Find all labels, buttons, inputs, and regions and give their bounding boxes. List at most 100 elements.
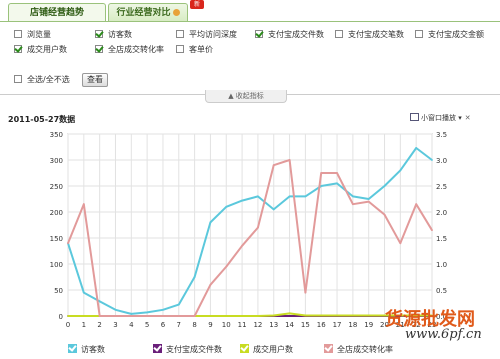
data-point — [193, 276, 196, 278]
data-point — [383, 185, 386, 187]
y-left-tick-label: 200 — [50, 209, 63, 217]
option-avg-order[interactable]: 客单价 — [176, 44, 213, 56]
data-point — [225, 265, 228, 268]
checkbox[interactable] — [176, 45, 184, 53]
data-point — [367, 198, 370, 200]
legend-alipay-items[interactable]: 支付宝成交件数 — [153, 344, 222, 355]
x-tick-label: 6 — [161, 321, 166, 329]
query-button[interactable]: 查看 — [82, 73, 108, 87]
data-point — [82, 291, 85, 294]
data-point — [431, 229, 433, 232]
y-right-tick-label: 3.0 — [436, 157, 447, 165]
data-point — [304, 314, 307, 317]
x-tick-label: 11 — [238, 321, 247, 329]
x-tick-label: 17 — [333, 321, 342, 329]
option-visitors[interactable]: 访客数 — [95, 29, 132, 41]
y-right-tick-label: 2.0 — [436, 209, 447, 217]
data-point — [320, 314, 323, 317]
checkbox-checked[interactable] — [95, 30, 103, 38]
data-point — [193, 315, 196, 317]
data-point — [209, 221, 212, 224]
y-right-tick-label: 2.5 — [436, 183, 447, 191]
collapse-metrics-button[interactable]: ▲ 收起指标 — [205, 90, 287, 103]
select-all-toggle[interactable]: 全选/全不选 — [14, 74, 70, 86]
x-tick-label: 19 — [364, 321, 373, 329]
data-point — [146, 311, 149, 314]
option-alipay-items[interactable]: 支付宝成交件数 — [255, 29, 324, 41]
close-icon[interactable]: ✕ — [465, 114, 471, 122]
legend-checkbox[interactable] — [153, 344, 162, 353]
x-tick-label: 7 — [177, 321, 181, 329]
legend-buyers[interactable]: 成交用户数 — [240, 344, 293, 355]
legend-conversion[interactable]: 全店成交转化率 — [324, 344, 393, 355]
popout-label: 小窗口播放 — [421, 114, 456, 122]
checkbox-checked[interactable] — [95, 45, 103, 53]
option-label: 支付宝成交件数 — [268, 30, 324, 39]
x-tick-label: 12 — [253, 321, 262, 329]
collapse-label: 收起指标 — [235, 92, 264, 100]
x-tick-label: 15 — [301, 321, 310, 329]
data-point — [257, 226, 259, 229]
legend-label: 支付宝成交件数 — [166, 345, 222, 354]
data-point — [320, 172, 323, 174]
checkbox-checked[interactable] — [14, 45, 22, 53]
data-point — [241, 315, 243, 317]
popout-window-button[interactable]: 小窗口播放 ▾ ✕ — [410, 113, 471, 123]
tab-store-trend-label: 店铺经营趋势 — [29, 8, 84, 18]
x-tick-label: 0 — [66, 321, 70, 329]
x-tick-label: 18 — [348, 321, 357, 329]
option-pageviews[interactable]: 浏览量 — [14, 29, 51, 41]
option-label: 浏览量 — [27, 30, 51, 39]
new-badge: 新 — [190, 0, 204, 9]
x-tick-label: 10 — [222, 321, 231, 329]
y-right-tick-label: 1.0 — [436, 261, 447, 269]
legend-visitors[interactable]: 访客数 — [68, 344, 105, 355]
x-tick-label: 13 — [269, 321, 278, 329]
info-icon — [172, 9, 180, 16]
checkbox[interactable] — [14, 30, 22, 38]
option-label: 成交用户数 — [27, 45, 67, 54]
option-label: 平均访问深度 — [189, 30, 237, 39]
option-label: 访客数 — [108, 30, 132, 39]
checkbox[interactable] — [176, 30, 184, 38]
option-alipay-orders[interactable]: 支付宝成交笔数 — [335, 29, 404, 41]
legend-checkbox[interactable] — [324, 344, 333, 353]
data-point — [114, 308, 117, 311]
option-alipay-amount[interactable]: 支付宝成交金额 — [415, 29, 484, 41]
data-point — [67, 242, 69, 245]
x-tick-label: 2 — [97, 321, 101, 329]
option-conversion[interactable]: 全店成交转化率 — [95, 44, 164, 56]
data-point — [241, 244, 243, 247]
legend-checkbox[interactable] — [68, 344, 77, 353]
select-all-label: 全选/全不选 — [27, 75, 70, 84]
metrics-panel: 浏览量 访客数 平均访问深度 支付宝成交件数 支付宝成交笔数 支付宝成交金额 成… — [0, 22, 500, 94]
data-point — [130, 313, 133, 315]
tab-industry-compare[interactable]: 行业经营对比 — [108, 3, 188, 21]
data-point — [162, 315, 164, 317]
data-point — [257, 315, 259, 317]
tab-bar: 店铺经营趋势 行业经营对比 新 — [0, 0, 500, 22]
checkbox-checked[interactable] — [255, 30, 263, 38]
option-buyers[interactable]: 成交用户数 — [14, 44, 67, 56]
data-point — [336, 182, 338, 185]
checkbox[interactable] — [415, 30, 423, 38]
data-point — [320, 185, 323, 187]
data-point — [98, 300, 101, 303]
chevron-down-icon[interactable]: ▾ — [458, 114, 462, 122]
data-point — [288, 312, 291, 315]
option-avg-depth[interactable]: 平均访问深度 — [176, 29, 237, 41]
data-point — [82, 315, 85, 317]
data-point — [130, 315, 133, 317]
data-point — [367, 200, 370, 203]
data-point — [415, 147, 418, 149]
data-point — [177, 315, 180, 317]
checkbox[interactable] — [335, 30, 343, 38]
checkbox[interactable] — [14, 75, 22, 83]
option-label: 客单价 — [189, 45, 213, 54]
x-tick-label: 9 — [208, 321, 212, 329]
tab-store-trend[interactable]: 店铺经营趋势 — [8, 3, 106, 22]
legend-checkbox[interactable] — [240, 344, 249, 353]
y-left-tick-label: 300 — [50, 157, 63, 165]
tab-industry-compare-label: 行业经营对比 — [116, 8, 171, 18]
data-point — [383, 213, 386, 216]
